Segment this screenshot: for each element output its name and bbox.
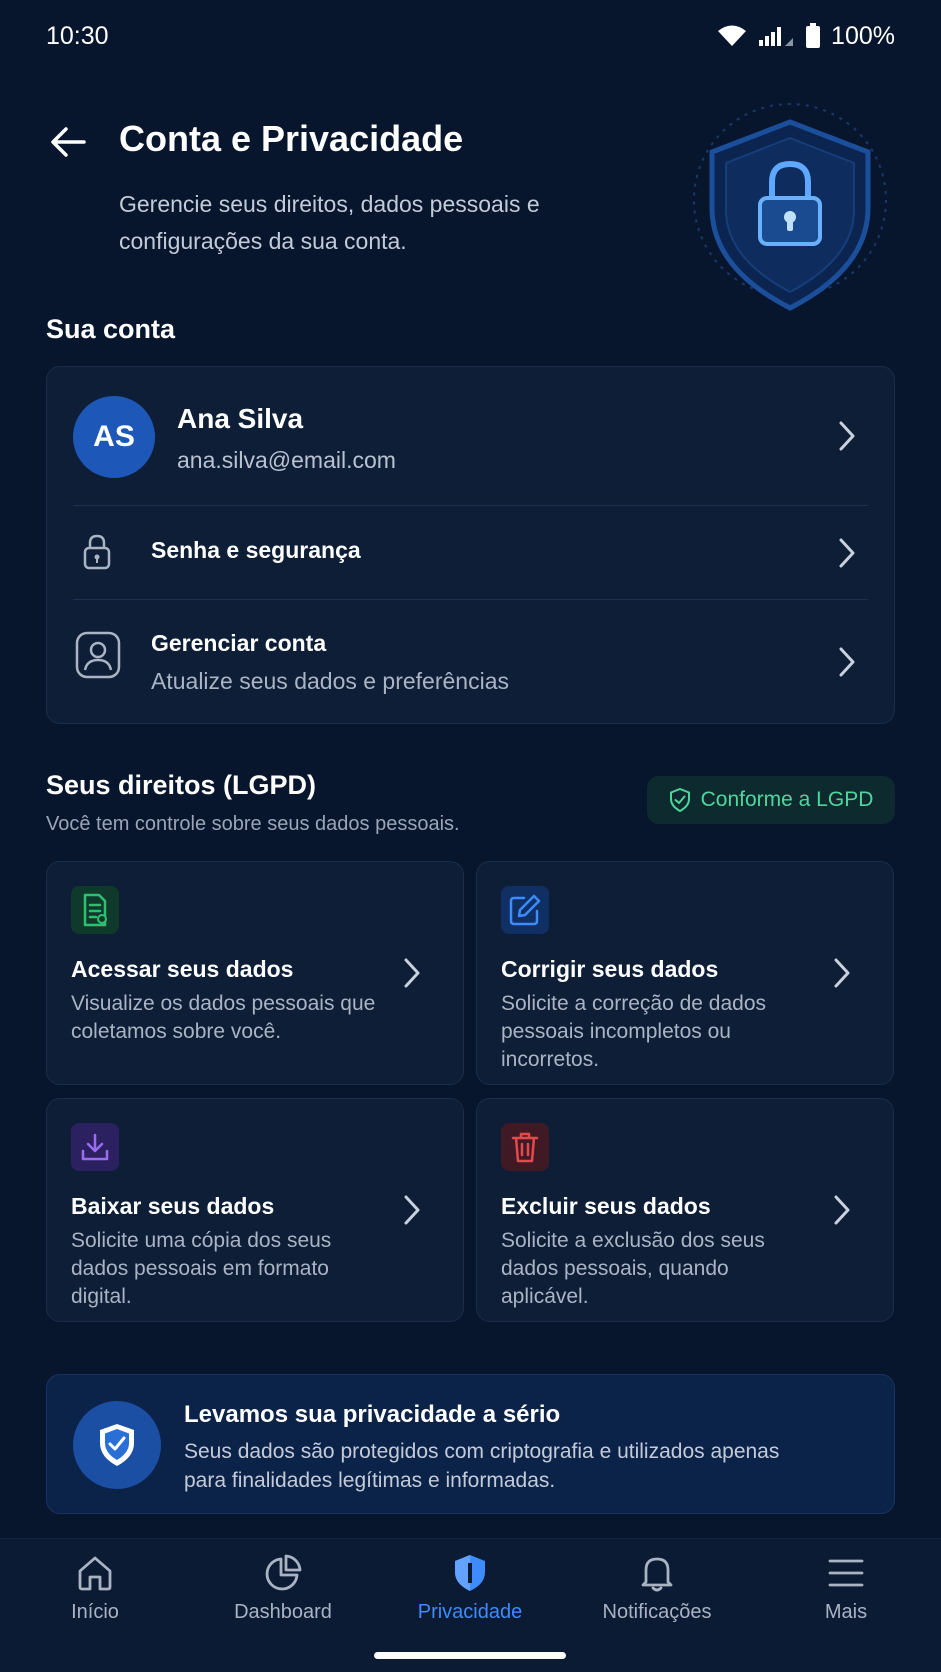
shield-lock-icon: [693, 103, 887, 311]
nav-item-privacidade[interactable]: Privacidade: [395, 1553, 545, 1633]
manage-account-label: Gerenciar conta: [151, 630, 327, 656]
trash-icon: [501, 1123, 549, 1171]
page-subtitle: Gerencie seus direitos, dados pessoais e…: [119, 191, 540, 254]
lgpd-badge: Conforme a LGPD: [647, 776, 895, 824]
user-profile-icon: [75, 631, 121, 679]
edit-icon: [501, 886, 549, 934]
shield-check-icon: [669, 788, 690, 812]
chevron-right-icon: [834, 1195, 850, 1225]
manage-account-sub: Atualize seus dados e preferências: [151, 668, 509, 694]
chevron-right-icon: [834, 958, 850, 988]
download-data-card[interactable]: Baixar seus dados Solicite uma cópia dos…: [46, 1098, 464, 1322]
bell-icon: [641, 1557, 673, 1592]
nav-label: Notificações: [602, 1601, 712, 1623]
access-data-card[interactable]: Acessar seus dados Visualize os dados pe…: [46, 861, 464, 1085]
download-icon: [71, 1123, 119, 1171]
chevron-right-icon: [404, 1195, 420, 1225]
status-bar: 10:30 100%: [0, 0, 941, 72]
back-arrow-icon[interactable]: [46, 120, 90, 164]
correct-data-card[interactable]: Corrigir seus dados Solicite a correção …: [476, 861, 894, 1085]
nav-label: Dashboard: [234, 1601, 332, 1623]
account-card: AS Ana Silva ana.silva@email.com Senha e…: [46, 366, 895, 724]
profile-email: ana.silva@email.com: [177, 447, 396, 473]
nav-item-dashboard[interactable]: Dashboard: [208, 1553, 358, 1633]
security-label: Senha e segurança: [151, 537, 361, 563]
nav-label: Mais: [824, 1601, 868, 1623]
home-indicator[interactable]: [374, 1652, 566, 1659]
wifi-icon: [718, 25, 747, 46]
card-title: Corrigir seus dados: [501, 956, 719, 982]
card-desc: Solicite a exclusão dos seus dados pesso…: [501, 1229, 765, 1308]
nav-label: Início: [71, 1601, 119, 1623]
chevron-right-icon: [839, 538, 855, 568]
chevron-right-icon: [404, 958, 420, 988]
page-title: Conta e Privacidade: [119, 118, 464, 159]
nav-item-notificacoes[interactable]: Notificações: [582, 1553, 732, 1633]
home-icon: [78, 1556, 112, 1591]
chevron-right-icon: [839, 647, 855, 677]
card-title: Excluir seus dados: [501, 1193, 711, 1219]
security-row[interactable]: Senha e segurança: [47, 506, 894, 599]
card-desc: Visualize os dados pessoais que coletamo…: [71, 992, 376, 1043]
lock-icon: [83, 534, 111, 570]
signal-icon: [759, 27, 794, 46]
card-desc: Solicite uma cópia dos seus dados pessoa…: [71, 1229, 332, 1308]
card-desc: Solicite a correção de dados pessoais in…: [501, 992, 766, 1071]
shield-check-icon: [73, 1401, 161, 1489]
profile-name: Ana Silva: [177, 403, 304, 434]
nav-item-inicio[interactable]: Início: [20, 1553, 170, 1633]
nav-item-mais[interactable]: Mais: [771, 1553, 921, 1633]
document-icon: [71, 886, 119, 934]
card-title: Baixar seus dados: [71, 1193, 275, 1219]
status-icons: 100%: [717, 22, 895, 51]
pie-chart-icon: [265, 1554, 302, 1591]
avatar: AS: [73, 396, 155, 478]
rights-section-desc: Você tem controle sobre seus dados pesso…: [46, 813, 460, 835]
nav-label: Privacidade: [417, 1601, 523, 1623]
manage-account-row[interactable]: Gerenciar conta Atualize seus dados e pr…: [47, 600, 894, 724]
rights-section-title: Seus direitos (LGPD): [46, 770, 317, 800]
shield-icon: [455, 1555, 485, 1591]
battery-level: 100%: [831, 21, 895, 50]
menu-icon: [828, 1559, 864, 1587]
card-title: Acessar seus dados: [71, 956, 294, 982]
status-time: 10:30: [46, 21, 109, 50]
info-title: Levamos sua privacidade a sério: [184, 1401, 561, 1428]
profile-row[interactable]: AS Ana Silva ana.silva@email.com: [47, 367, 894, 505]
account-section-title: Sua conta: [46, 314, 176, 344]
privacy-info-card: Levamos sua privacidade a sério Seus dad…: [46, 1374, 895, 1514]
page-header: Conta e Privacidade Gerencie seus direit…: [0, 100, 941, 311]
chevron-right-icon: [839, 421, 855, 451]
battery-icon: [806, 23, 821, 48]
info-text: Seus dados são protegidos com criptograf…: [184, 1440, 780, 1492]
delete-data-card[interactable]: Excluir seus dados Solicite a exclusão d…: [476, 1098, 894, 1322]
lgpd-badge-label: Conforme a LGPD: [700, 788, 874, 811]
